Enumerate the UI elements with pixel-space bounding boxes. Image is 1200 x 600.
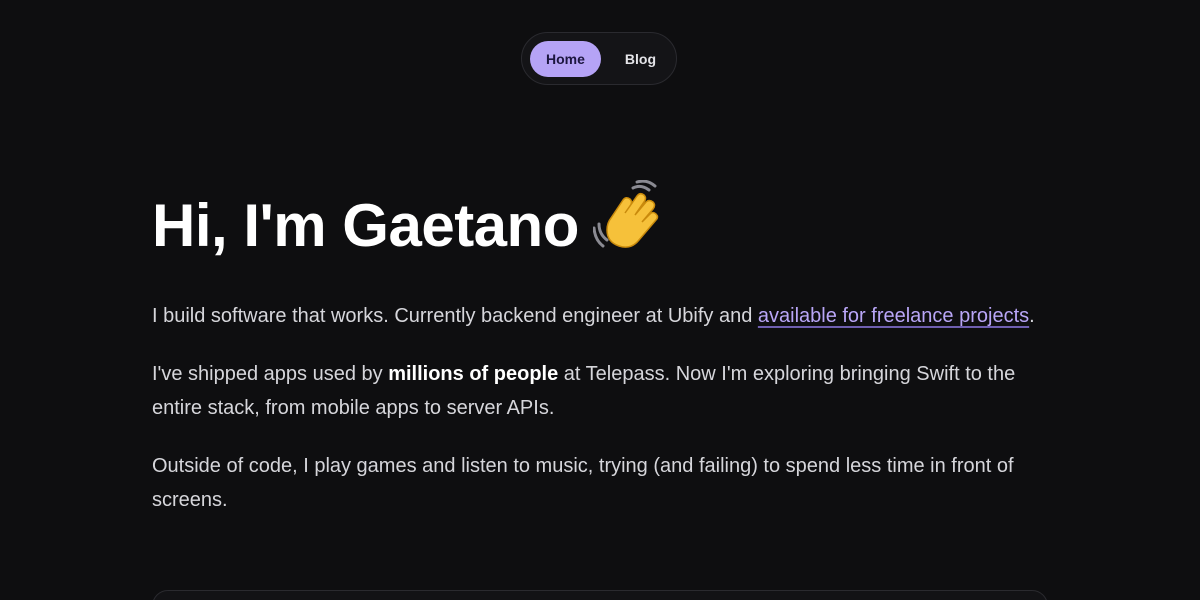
experience-paragraph: I've shipped apps used by millions of pe… (152, 357, 1052, 425)
intro-text: I build software that works. Currently b… (152, 305, 758, 327)
content-card (152, 590, 1048, 600)
experience-highlight: millions of people (388, 363, 559, 385)
intro-period: . (1029, 305, 1035, 327)
nav-item-blog[interactable]: Blog (609, 41, 672, 77)
hobbies-text: Outside of code, I play games and listen… (152, 455, 1014, 511)
page: Home Blog Hi, I'm Gaetano I build softwa… (0, 0, 1200, 600)
hobbies-paragraph: Outside of code, I play games and listen… (152, 449, 1052, 517)
experience-text-start: I've shipped apps used by (152, 363, 389, 385)
top-nav: Home Blog (521, 32, 677, 85)
freelance-link[interactable]: available for freelance projects (758, 305, 1029, 327)
intro-paragraph: I build software that works. Currently b… (152, 299, 1052, 333)
main-content: Hi, I'm Gaetano I build software that wo… (152, 179, 1052, 541)
nav-item-home[interactable]: Home (530, 40, 601, 77)
page-title: Hi, I'm Gaetano (152, 179, 1052, 277)
waving-hand-icon (592, 179, 667, 277)
page-title-text: Hi, I'm Gaetano (152, 192, 579, 259)
